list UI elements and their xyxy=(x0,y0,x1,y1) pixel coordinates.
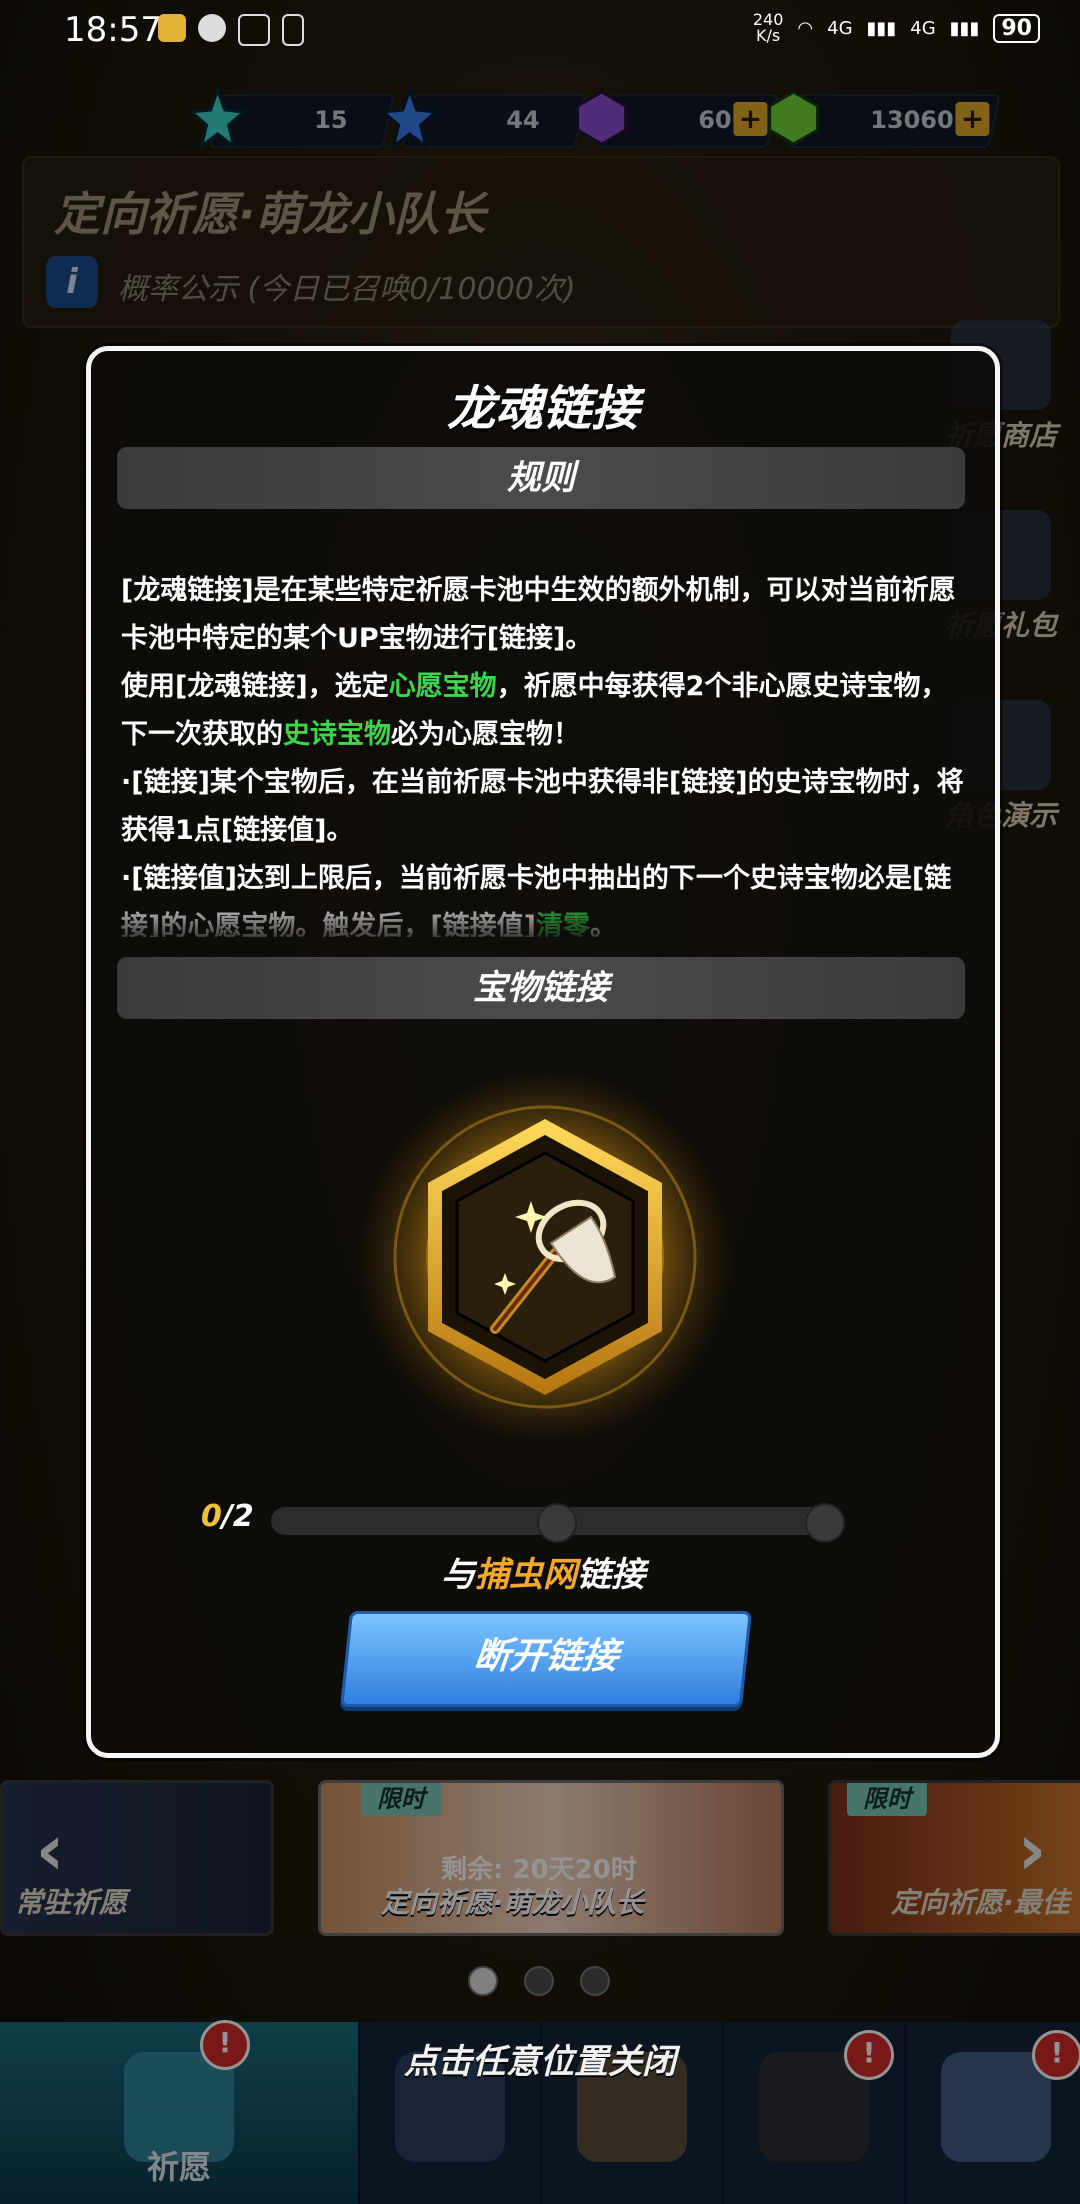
rules-header: 规则 xyxy=(117,447,965,509)
rules-paragraph: ·[链接]某个宝物后，在当前祈愿卡池中获得非[链接]的史诗宝物时，将获得1点[链… xyxy=(121,759,971,855)
rules-text-segment: 使用[龙魂链接]，选定 xyxy=(121,671,389,702)
rules-text-segment: [龙魂链接]是在某些特定祈愿卡池中生效的额外机制，可以对当前祈愿卡池中特定的某个… xyxy=(121,575,956,654)
tap-to-close-hint[interactable]: 点击任意位置关闭 xyxy=(0,2034,1080,2083)
link-progress-bar xyxy=(271,1503,845,1543)
rules-paragraph: [龙魂链接]是在某些特定祈愿卡池中生效的额外机制，可以对当前祈愿卡池中特定的某个… xyxy=(121,567,971,663)
break-link-button[interactable]: 断开链接 xyxy=(339,1611,753,1707)
signal-1-icon: ▮▮▮ xyxy=(866,17,897,39)
progress-node xyxy=(805,1503,845,1543)
link-progress: 0/2 xyxy=(201,1491,941,1551)
signal-2-label: 4G xyxy=(910,17,936,39)
status-time: 18:57 xyxy=(64,10,162,50)
signal-2-icon: ▮▮▮ xyxy=(949,17,980,39)
vibrate-icon xyxy=(282,14,304,46)
dragon-soul-link-dialog: 龙魂链接 规则 [龙魂链接]是在某些特定祈愿卡池中生效的额外机制，可以对当前祈愿… xyxy=(86,346,1000,1758)
alipay-icon xyxy=(238,14,270,46)
rules-highlight: 史诗宝物 xyxy=(283,719,391,750)
rules-paragraph: 使用[龙魂链接]，选定心愿宝物，祈愿中每获得2个非心愿史诗宝物，下一次获取的史诗… xyxy=(121,663,971,759)
progress-node xyxy=(537,1503,577,1543)
treasure-link-header: 宝物链接 xyxy=(117,957,965,1019)
rules-highlight: 清零 xyxy=(536,911,591,937)
network-speed: 240 K/s xyxy=(752,10,784,45)
rules-paragraph: ·[链接值]达到上限后，当前祈愿卡池中抽出的下一个史诗宝物必是[链接]的心愿宝物… xyxy=(121,855,971,937)
dialog-title: 龙魂链接 xyxy=(446,381,639,437)
rules-text-segment: ·[链接]某个宝物后，在当前祈愿卡池中获得非[链接]的史诗宝物时，将获得1点[链… xyxy=(121,767,964,846)
wechat-icon xyxy=(198,14,226,42)
link-progress-text: 0/2 xyxy=(201,1499,254,1534)
weibo-icon xyxy=(158,14,186,42)
status-bar: 18:57 240 K/s ◠ 4G ▮▮▮ 4G ▮▮▮ 90 xyxy=(0,0,1080,64)
wifi-icon: ◠ xyxy=(797,17,814,39)
signal-1-label: 4G xyxy=(827,17,853,39)
rules-text-segment: 。 xyxy=(590,911,618,937)
butterfly-net-icon xyxy=(357,1069,733,1445)
rules-text[interactable]: [龙魂链接]是在某些特定祈愿卡池中生效的额外机制，可以对当前祈愿卡池中特定的某个… xyxy=(121,567,971,937)
linked-treasure-slot[interactable] xyxy=(355,1067,735,1447)
rules-highlight: 心愿宝物 xyxy=(388,671,497,702)
rules-text-segment: 必为心愿宝物！ xyxy=(391,719,580,750)
battery-indicator: 90 xyxy=(993,13,1040,43)
linked-item-text: 与捕虫网链接 xyxy=(441,1555,645,1595)
